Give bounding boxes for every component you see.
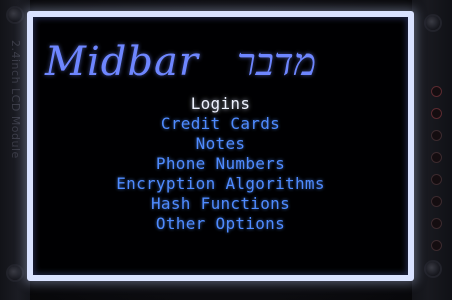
header-pin [431,240,442,251]
pcb-left-edge: 2.4inch LCD Module [0,0,30,300]
menu-item-phone-numbers[interactable]: Phone Numbers [33,154,408,174]
header-pin [431,130,442,141]
menu-item-hash-functions[interactable]: Hash Functions [33,194,408,214]
header-pin [431,152,442,163]
menu-item-logins[interactable]: Logins [33,94,408,114]
lcd-module-board: 2.4inch LCD Module Midbar מדבר Logins Cr… [0,0,452,300]
header-pin [431,218,442,229]
mounting-hole [426,16,440,30]
mounting-hole [8,8,22,22]
menu-item-notes[interactable]: Notes [33,134,408,154]
mounting-hole [426,262,440,276]
menu-item-credit-cards[interactable]: Credit Cards [33,114,408,134]
module-label: 2.4inch LCD Module [9,40,22,159]
header-pins [428,86,444,262]
app-logo-hebrew: מדבר [237,40,317,84]
pcb-right-edge [412,0,452,300]
app-header: Midbar מדבר [33,31,408,97]
header-pin [431,196,442,207]
menu-item-encryption-algorithms[interactable]: Encryption Algorithms [33,174,408,194]
header-pin [431,174,442,185]
app-logo-latin: Midbar [45,39,199,85]
main-menu: Logins Credit Cards Notes Phone Numbers … [33,94,408,234]
menu-item-other-options[interactable]: Other Options [33,214,408,234]
header-pin [431,86,442,97]
header-pin [431,108,442,119]
lcd-screen: Midbar מדבר Logins Credit Cards Notes Ph… [33,17,408,275]
mounting-hole [8,266,22,280]
